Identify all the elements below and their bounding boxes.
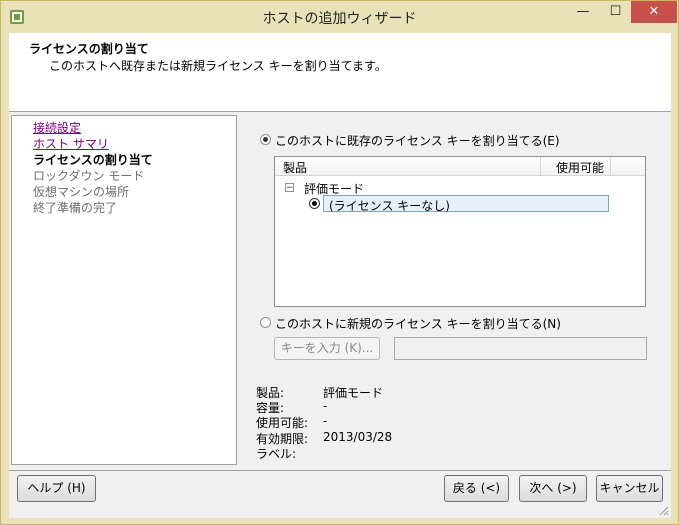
license-select-radio-icon[interactable] <box>309 198 320 209</box>
help-button[interactable]: ヘルプ (H) <box>17 475 96 502</box>
detail-capacity-value: - <box>323 399 328 413</box>
detail-product-value: 評価モード <box>323 386 384 400</box>
nav-step-connection-settings[interactable]: 接続設定 <box>33 119 81 136</box>
nav-step-ready-to-complete: 終了準備の完了 <box>33 201 118 215</box>
next-button[interactable]: 次へ (>) <box>519 475 587 502</box>
back-button[interactable]: 戻る (<) <box>444 475 509 502</box>
page-title: ライセンスの割り当て <box>29 42 149 56</box>
title-bar[interactable]: ホストの追加ウィザード — ☐ ✕ <box>1 1 678 33</box>
enter-key-button[interactable]: キーを入力 (K)... <box>274 337 380 360</box>
resize-grip-icon[interactable] <box>657 504 669 516</box>
detail-available-value: - <box>323 414 328 428</box>
new-key-label[interactable]: このホストに新規のライセンス キーを割り当てる(N) <box>275 315 561 332</box>
detail-available-label: 使用可能: <box>256 416 309 430</box>
column-available[interactable]: 使用可能 <box>556 159 604 176</box>
new-key-radio[interactable] <box>260 317 271 328</box>
existing-key-radio[interactable] <box>260 134 271 145</box>
wizard-header: ライセンスの割り当て このホストへ既存または新規ライセンス キーを割り当てます。 <box>9 33 671 112</box>
nav-step-host-summary[interactable]: ホスト サマリ <box>33 135 109 152</box>
grid-header: 製品 使用可能 <box>275 157 645 176</box>
minimize-button[interactable]: — <box>566 1 600 23</box>
selected-license-label[interactable]: (ライセンス キーなし) <box>329 197 450 214</box>
detail-expiry-value: 2013/03/28 <box>323 430 393 444</box>
column-product[interactable]: 製品 <box>283 159 307 176</box>
collapse-toggle-icon[interactable]: − <box>285 183 294 193</box>
column-separator <box>540 157 541 175</box>
column-separator <box>610 157 611 175</box>
cancel-button[interactable]: キャンセル <box>596 475 663 502</box>
nav-step-assign-license: ライセンスの割り当て <box>33 153 153 167</box>
license-grid[interactable]: 製品 使用可能 − 評価モード (ライセンス キーなし) <box>274 156 646 307</box>
wizard-window: ホストの追加ウィザード — ☐ ✕ ライセンスの割り当て このホストへ既存または… <box>0 0 679 525</box>
existing-key-label[interactable]: このホストに既存のライセンス キーを割り当てる(E) <box>275 132 560 149</box>
close-button[interactable]: ✕ <box>631 1 677 23</box>
nav-step-vm-location: 仮想マシンの場所 <box>33 185 130 199</box>
footer-divider <box>9 470 671 471</box>
wizard-content: ライセンスの割り当て このホストへ既存または新規ライセンス キーを割り当てます。… <box>9 33 671 518</box>
new-key-field[interactable] <box>394 337 647 360</box>
maximize-button[interactable]: ☐ <box>600 1 631 23</box>
nav-step-lockdown-mode: ロックダウン モード <box>33 169 145 183</box>
page-description: このホストへ既存または新規ライセンス キーを割り当てます。 <box>49 59 387 73</box>
detail-label-label: ラベル: <box>256 447 297 461</box>
wizard-step-nav: 接続設定 ホスト サマリ ライセンスの割り当て ロックダウン モード 仮想マシン… <box>11 115 237 465</box>
